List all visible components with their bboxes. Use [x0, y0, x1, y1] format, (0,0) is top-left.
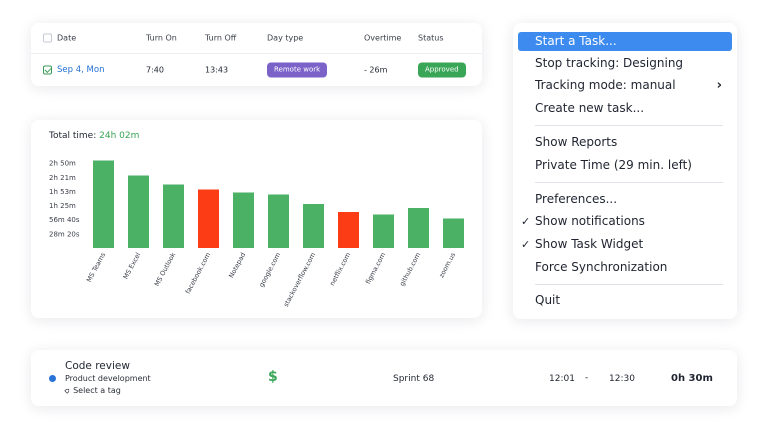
menu-item-label: Show Reports	[535, 135, 618, 149]
billable-dollar-icon[interactable]: $	[268, 369, 278, 385]
bar-netflix-com[interactable]	[338, 212, 359, 248]
task-end-time[interactable]: 12:30	[609, 374, 635, 384]
y-tick-label: 28m 20s	[49, 230, 80, 238]
task-title[interactable]: Code review	[65, 360, 130, 372]
menu-item-label: Tracking mode: manual	[535, 78, 676, 92]
select-tag-button[interactable]: ⌂Select a tag	[62, 385, 121, 396]
bar-google-com[interactable]	[268, 194, 289, 249]
task-entry-row[interactable]: Code review Product development ⌂Select …	[31, 350, 737, 406]
row-date-link[interactable]: Sep 4, Mon	[57, 65, 104, 75]
bar-zoom-us[interactable]	[443, 218, 464, 249]
row-overtime: - 26m	[364, 65, 388, 74]
attendance-table: Date Turn On Turn Off Day type Overtime …	[31, 23, 482, 86]
menu-item-label: Stop tracking: Designing	[535, 56, 684, 70]
select-tag-label: Select a tag	[73, 386, 121, 395]
x-tick-label: netflix.com	[328, 251, 352, 287]
col-header-turn-off[interactable]: Turn Off	[205, 34, 236, 43]
menu-item-tracking-mode[interactable]: Tracking mode: manual ›	[518, 76, 732, 95]
time-range-dash: -	[585, 373, 589, 383]
menu-item-label: Preferences...	[535, 192, 618, 206]
x-tick-label: zoom.us	[437, 251, 457, 279]
menu-item-label: Start a Task...	[535, 34, 617, 48]
menu-item-private-time[interactable]: Private Time (29 min. left)	[518, 156, 732, 175]
menu-item-show-task-widget[interactable]: ✓ Show Task Widget	[518, 235, 732, 254]
app-usage-chart-card: Total time: 24h 02m 2h 50m 2h 21m 1h 53m 1h…	[31, 120, 482, 318]
day-type-label: Remote work	[267, 62, 328, 77]
menu-separator	[535, 182, 723, 183]
status-badge[interactable]: Approved	[418, 62, 466, 77]
menu-separator	[535, 284, 723, 285]
x-tick-label: facebook.com	[184, 251, 212, 295]
task-duration: 0h 30m	[671, 373, 713, 384]
bar-facebook-com[interactable]	[198, 189, 219, 249]
col-header-date[interactable]: Date	[57, 34, 76, 43]
menu-item-label: Show notifications	[535, 214, 645, 228]
menu-item-label: Create new task...	[535, 101, 645, 115]
bar-github-com[interactable]	[408, 208, 429, 248]
day-type-badge[interactable]: Remote work	[267, 62, 328, 77]
row-turn-off: 13:43	[205, 65, 229, 74]
menu-item-label: Force Synchronization	[535, 260, 668, 274]
col-header-status[interactable]: Status	[418, 34, 444, 43]
x-tick-label: github.com	[398, 251, 422, 287]
tray-context-menu: Start a Task... Stop tracking: Designing…	[513, 23, 737, 319]
y-tick-label: 1h 53m	[49, 188, 76, 196]
status-label: Approved	[418, 62, 466, 77]
col-header-turn-on[interactable]: Turn On	[146, 34, 177, 43]
tag-icon: ⌂	[62, 385, 73, 396]
bar-stackoverflow-com[interactable]	[303, 204, 324, 248]
project-color-dot	[49, 375, 56, 382]
menu-separator	[535, 125, 723, 126]
menu-item-start-task[interactable]: Start a Task...	[518, 32, 732, 51]
table-header-row: Date Turn On Turn Off Day type Overtime …	[31, 23, 482, 54]
table-row[interactable]: Sep 4, Mon 7:40 13:43 Remote work - 26m …	[31, 54, 482, 85]
checkmark-icon: ✓	[521, 215, 531, 228]
x-tick-label: MS Excel	[122, 251, 143, 281]
col-header-day-type[interactable]: Day type	[267, 34, 303, 43]
menu-item-label: Private Time (29 min. left)	[535, 158, 692, 172]
x-tick-label: MS Teams	[85, 251, 108, 284]
chevron-right-icon: ›	[716, 78, 722, 93]
checkmark-icon: ✓	[521, 238, 531, 251]
menu-item-label: Quit	[535, 293, 561, 307]
col-header-overtime[interactable]: Overtime	[364, 34, 401, 43]
menu-item-stop-tracking[interactable]: Stop tracking: Designing	[518, 54, 732, 73]
menu-item-label: Show Task Widget	[535, 237, 644, 251]
row-turn-on: 7:40	[146, 65, 164, 74]
y-tick-label: 2h 21m	[49, 174, 76, 182]
y-tick-label: 1h 25m	[49, 202, 76, 210]
task-sprint[interactable]: Sprint 68	[393, 374, 434, 384]
y-tick-label: 56m 40s	[49, 216, 80, 224]
bar-notepad[interactable]	[233, 192, 254, 249]
task-start-time[interactable]: 12:01	[549, 374, 575, 384]
menu-item-show-reports[interactable]: Show Reports	[518, 133, 732, 152]
x-tick-label: google.com	[257, 251, 282, 288]
bar-ms-teams[interactable]	[93, 160, 114, 249]
y-tick-label: 2h 50m	[49, 160, 76, 168]
bar-figma-com[interactable]	[373, 214, 394, 249]
x-tick-label: Notepad	[227, 251, 247, 279]
menu-item-create-task[interactable]: Create new task...	[518, 99, 732, 118]
row-checkbox[interactable]	[43, 65, 52, 74]
menu-item-show-notifications[interactable]: ✓ Show notifications	[518, 212, 732, 231]
x-tick-label: figma.com	[364, 251, 387, 285]
bar-chart: 2h 50m 2h 21m 1h 53m 1h 25m 56m 40s 28m 20s MS…	[49, 160, 464, 308]
x-tick-label: MS Outlook	[153, 251, 178, 288]
task-project[interactable]: Product development	[65, 374, 151, 383]
x-tick-label: stackoverflow.com	[282, 251, 317, 308]
bar-ms-outlook[interactable]	[163, 184, 184, 249]
menu-item-preferences[interactable]: Preferences...	[518, 190, 732, 209]
menu-item-force-sync[interactable]: Force Synchronization	[518, 258, 732, 277]
select-all-checkbox[interactable]	[43, 33, 52, 43]
bar-ms-excel[interactable]	[128, 175, 149, 249]
menu-item-quit[interactable]: Quit	[518, 291, 732, 310]
